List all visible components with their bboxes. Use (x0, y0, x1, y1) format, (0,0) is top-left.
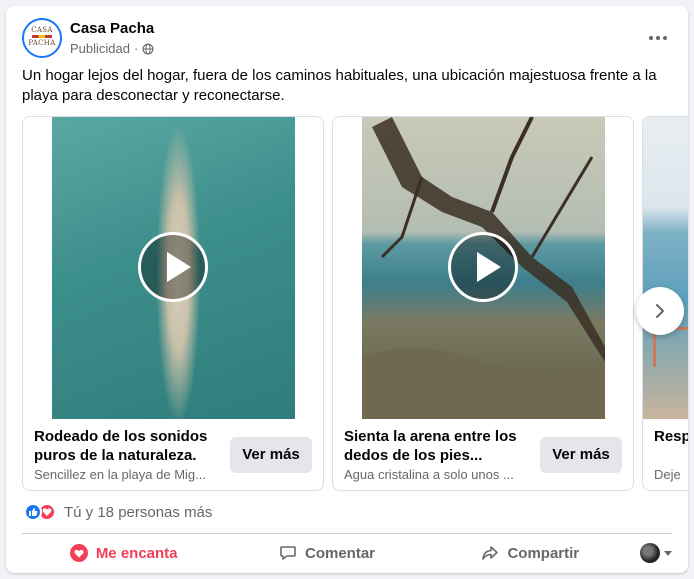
heart-icon (69, 544, 88, 562)
carousel-card-1[interactable]: Rodeado de los sonidos puros de la natur… (22, 116, 324, 491)
post-caption: Un hogar lejos del hogar, fuera de los c… (22, 67, 657, 104)
card-subtitle: Sencillez en la playa de Mig... (34, 467, 206, 482)
card-title: Sienta la arena entre los dedos de los p… (344, 428, 517, 464)
play-icon[interactable] (138, 232, 208, 302)
comment-label: Comentar (304, 544, 375, 562)
love-reaction-button[interactable]: Me encanta (22, 536, 225, 570)
casa-pacha-logo: CASA PACHA (27, 23, 57, 53)
share-label: Compartir (507, 544, 580, 562)
card-subtitle: Agua cristalina a solo unos ... (344, 467, 514, 482)
see-more-button[interactable]: Ver más (230, 437, 312, 473)
page-name-link[interactable]: Casa Pacha (70, 20, 154, 37)
meta-separator: · (134, 41, 139, 56)
see-more-button[interactable]: Ver más (540, 437, 622, 473)
logo-text-line2: PACHA (28, 39, 56, 47)
carousel: Rodeado de los sonidos puros de la natur… (22, 116, 688, 491)
more-options-icon[interactable] (644, 28, 672, 48)
chevron-right-icon (656, 304, 664, 318)
caret-down-icon (663, 550, 672, 556)
carousel-next-button[interactable] (636, 287, 684, 335)
share-button[interactable]: Compartir (429, 536, 632, 570)
viewer-avatar (639, 543, 660, 563)
action-bar: Me encanta Comentar Compartir (22, 536, 672, 570)
carousel-card-2[interactable]: Sienta la arena entre los dedos de los p… (332, 116, 634, 491)
post-as-selector[interactable] (632, 543, 672, 563)
logo-flag-bar (32, 35, 52, 38)
post-header: CASA PACHA Casa Pacha Publicidad · (22, 18, 672, 60)
card-video-1[interactable] (23, 117, 323, 419)
post-meta: Publicidad · (70, 41, 154, 56)
actions-divider (22, 533, 672, 534)
reaction-summary[interactable]: Tú y 18 personas más (24, 502, 212, 522)
logo-text-line1: CASA (31, 26, 53, 34)
globe-icon (142, 43, 154, 54)
play-icon[interactable] (448, 232, 518, 302)
share-icon (482, 546, 499, 560)
card-image-3[interactable] (643, 117, 688, 419)
card-subtitle: Deje (654, 467, 681, 482)
card-video-2[interactable] (333, 117, 633, 419)
like-icon (24, 503, 42, 521)
sponsored-label[interactable]: Publicidad (70, 41, 130, 56)
love-label: Me encanta (95, 544, 178, 562)
ad-post: CASA PACHA Casa Pacha Publicidad · Un ho… (6, 6, 688, 573)
comment-icon (280, 546, 296, 560)
comment-button[interactable]: Comentar (225, 536, 428, 570)
card-title: Resp ojos (654, 428, 688, 445)
page-avatar[interactable]: CASA PACHA (22, 18, 62, 58)
card-title: Rodeado de los sonidos puros de la natur… (34, 428, 208, 464)
reaction-count-text[interactable]: Tú y 18 personas más (64, 504, 212, 521)
